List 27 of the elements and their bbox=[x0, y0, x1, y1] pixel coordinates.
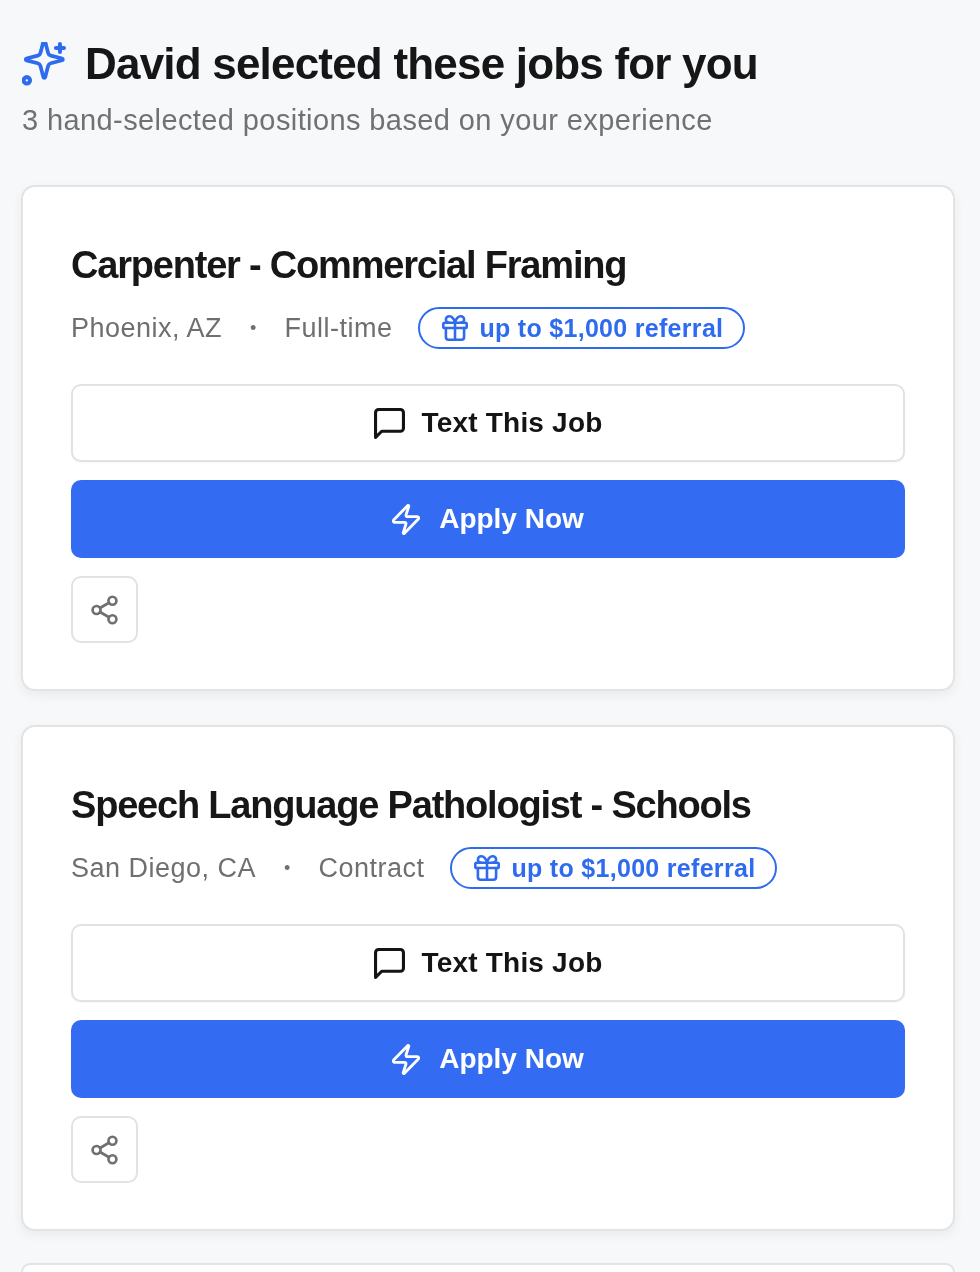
share-button[interactable] bbox=[71, 576, 138, 643]
employment-type: Full-time bbox=[284, 312, 393, 344]
lightning-icon bbox=[392, 503, 421, 535]
referral-text: up to $1,000 referral bbox=[511, 853, 756, 883]
separator-dot: • bbox=[250, 317, 257, 339]
employment-type: Contract bbox=[318, 852, 425, 884]
chat-bubble-icon bbox=[373, 947, 405, 979]
referral-text: up to $1,000 referral bbox=[479, 313, 724, 343]
apply-button[interactable]: Apply Now bbox=[71, 480, 905, 558]
sparkle-icon bbox=[22, 42, 66, 86]
job-title: Carpenter - Commercial Framing bbox=[71, 243, 627, 288]
separator-dot: • bbox=[284, 857, 291, 879]
lightning-icon bbox=[392, 1043, 421, 1075]
page-subtitle: 3 hand-selected positions based on your experience bbox=[22, 103, 713, 138]
chat-bubble-icon bbox=[373, 407, 405, 439]
share-icon bbox=[91, 1134, 118, 1165]
job-title: Speech Language Pathologist - Schools bbox=[71, 783, 751, 828]
text-job-button[interactable]: Text This Job bbox=[71, 924, 905, 1002]
share-button[interactable] bbox=[71, 1116, 138, 1183]
job-location: Phoenix, AZ bbox=[71, 312, 223, 344]
gift-icon bbox=[474, 855, 501, 881]
apply-button[interactable]: Apply Now bbox=[71, 1020, 905, 1098]
job-location: San Diego, CA bbox=[71, 852, 257, 884]
text-job-button[interactable]: Text This Job bbox=[71, 384, 905, 462]
page-title: David selected these jobs for you bbox=[85, 38, 758, 90]
gift-icon bbox=[442, 315, 469, 341]
share-icon bbox=[91, 594, 118, 625]
